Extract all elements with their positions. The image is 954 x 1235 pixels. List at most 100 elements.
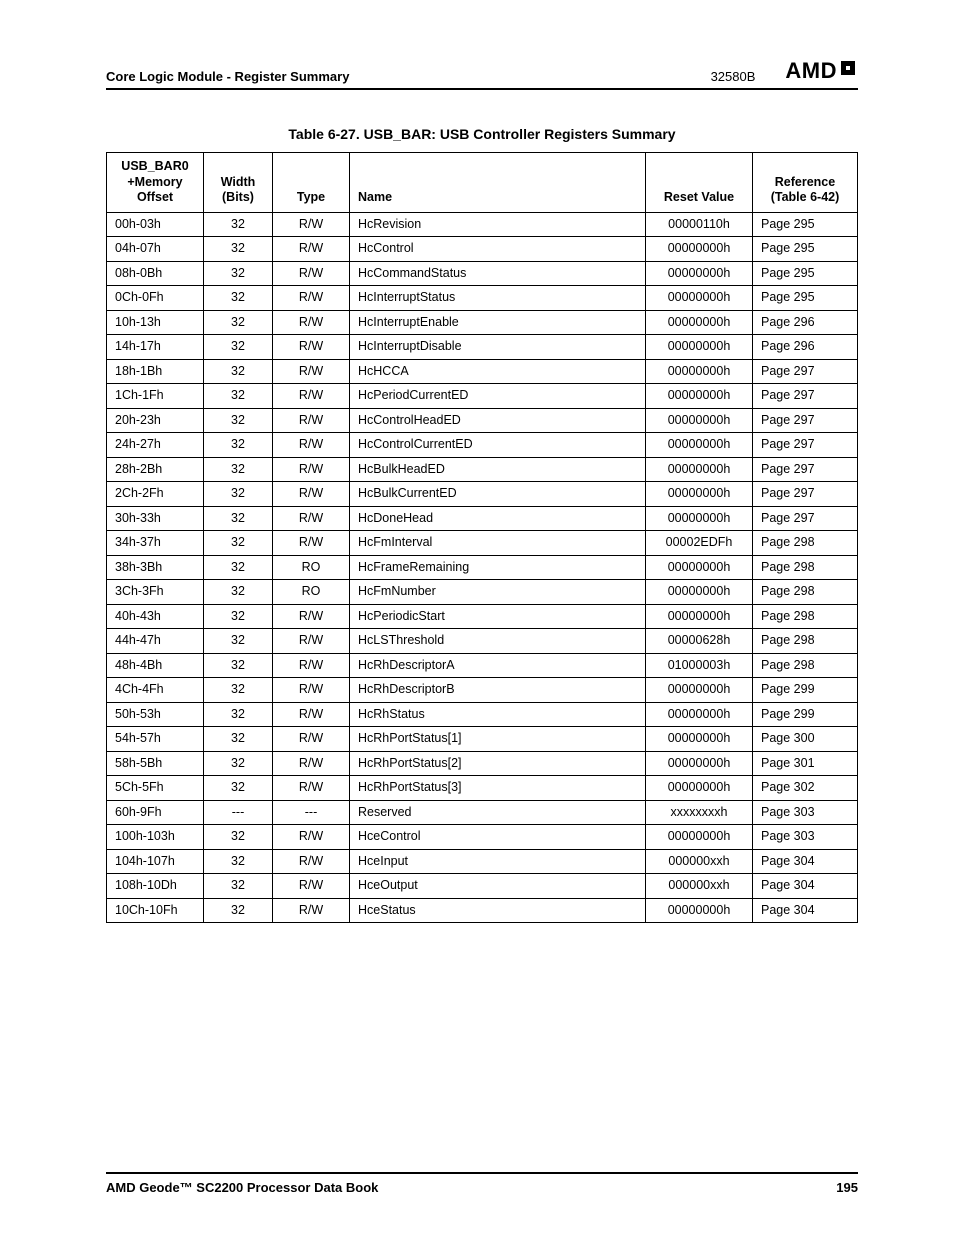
cell-reset: 00000000h — [646, 482, 753, 507]
cell-type: R/W — [273, 384, 350, 409]
col-ref: Reference (Table 6-42) — [753, 153, 858, 213]
cell-name: HcBulkCurrentED — [350, 482, 646, 507]
table-row: 10h-13h32R/WHcInterruptEnable00000000hPa… — [107, 310, 858, 335]
cell-ref: Page 297 — [753, 384, 858, 409]
cell-name: HcRhDescriptorA — [350, 653, 646, 678]
table-row: 1Ch-1Fh32R/WHcPeriodCurrentED00000000hPa… — [107, 384, 858, 409]
table-row: 14h-17h32R/WHcInterruptDisable00000000hP… — [107, 335, 858, 360]
cell-width: 32 — [204, 580, 273, 605]
cell-offset: 60h-9Fh — [107, 800, 204, 825]
cell-ref: Page 304 — [753, 849, 858, 874]
cell-name: HcRhPortStatus[1] — [350, 727, 646, 752]
cell-type: R/W — [273, 776, 350, 801]
cell-offset: 0Ch-0Fh — [107, 286, 204, 311]
table-row: 0Ch-0Fh32R/WHcInterruptStatus00000000hPa… — [107, 286, 858, 311]
cell-type: R/W — [273, 286, 350, 311]
cell-width: 32 — [204, 849, 273, 874]
cell-reset: 00000000h — [646, 310, 753, 335]
cell-reset: 000000xxh — [646, 849, 753, 874]
cell-type: R/W — [273, 678, 350, 703]
cell-width: 32 — [204, 898, 273, 923]
cell-name: HcBulkHeadED — [350, 457, 646, 482]
table-row: 100h-103h32R/WHceControl00000000hPage 30… — [107, 825, 858, 850]
cell-width: 32 — [204, 604, 273, 629]
cell-ref: Page 299 — [753, 702, 858, 727]
cell-reset: 00000000h — [646, 359, 753, 384]
cell-reset: 00000000h — [646, 727, 753, 752]
table-row: 18h-1Bh32R/WHcHCCA00000000hPage 297 — [107, 359, 858, 384]
cell-name: HcInterruptDisable — [350, 335, 646, 360]
cell-ref: Page 303 — [753, 825, 858, 850]
cell-type: R/W — [273, 898, 350, 923]
table-row: 24h-27h32R/WHcControlCurrentED00000000hP… — [107, 433, 858, 458]
cell-type: R/W — [273, 604, 350, 629]
header-section: Core Logic Module - Register Summary — [106, 69, 349, 84]
table-row: 20h-23h32R/WHcControlHeadED00000000hPage… — [107, 408, 858, 433]
page-header: Core Logic Module - Register Summary 325… — [106, 58, 858, 90]
cell-ref: Page 301 — [753, 751, 858, 776]
table-row: 28h-2Bh32R/WHcBulkHeadED00000000hPage 29… — [107, 457, 858, 482]
cell-type: R/W — [273, 506, 350, 531]
table-row: 30h-33h32R/WHcDoneHead00000000hPage 297 — [107, 506, 858, 531]
cell-width: 32 — [204, 825, 273, 850]
cell-offset: 10h-13h — [107, 310, 204, 335]
cell-reset: 00000000h — [646, 776, 753, 801]
table-row: 48h-4Bh32R/WHcRhDescriptorA01000003hPage… — [107, 653, 858, 678]
cell-width: --- — [204, 800, 273, 825]
cell-type: R/W — [273, 310, 350, 335]
cell-name: HceControl — [350, 825, 646, 850]
col-width: Width (Bits) — [204, 153, 273, 213]
cell-offset: 10Ch-10Fh — [107, 898, 204, 923]
cell-offset: 100h-103h — [107, 825, 204, 850]
cell-ref: Page 303 — [753, 800, 858, 825]
table-row: 38h-3Bh32ROHcFrameRemaining00000000hPage… — [107, 555, 858, 580]
cell-width: 32 — [204, 727, 273, 752]
cell-name: HcRhStatus — [350, 702, 646, 727]
table-row: 00h-03h32R/WHcRevision00000110hPage 295 — [107, 212, 858, 237]
cell-offset: 48h-4Bh — [107, 653, 204, 678]
cell-width: 32 — [204, 482, 273, 507]
table-row: 54h-57h32R/WHcRhPortStatus[1]00000000hPa… — [107, 727, 858, 752]
cell-reset: 00000628h — [646, 629, 753, 654]
table-header-row: USB_BAR0 +Memory Offset Width (Bits) Typ… — [107, 153, 858, 213]
cell-ref: Page 299 — [753, 678, 858, 703]
cell-width: 32 — [204, 261, 273, 286]
cell-offset: 04h-07h — [107, 237, 204, 262]
cell-type: R/W — [273, 702, 350, 727]
cell-type: R/W — [273, 825, 350, 850]
cell-name: HcFrameRemaining — [350, 555, 646, 580]
cell-width: 32 — [204, 874, 273, 899]
table-row: 44h-47h32R/WHcLSThreshold00000628hPage 2… — [107, 629, 858, 654]
amd-logo: AMD — [785, 58, 858, 84]
cell-ref: Page 298 — [753, 555, 858, 580]
cell-name: HcInterruptEnable — [350, 310, 646, 335]
col-type: Type — [273, 153, 350, 213]
cell-offset: 1Ch-1Fh — [107, 384, 204, 409]
cell-offset: 34h-37h — [107, 531, 204, 556]
cell-name: HcFmInterval — [350, 531, 646, 556]
cell-type: RO — [273, 555, 350, 580]
table-row: 2Ch-2Fh32R/WHcBulkCurrentED00000000hPage… — [107, 482, 858, 507]
header-docnum: 32580B — [711, 69, 756, 84]
cell-offset: 4Ch-4Fh — [107, 678, 204, 703]
table-row: 3Ch-3Fh32ROHcFmNumber00000000hPage 298 — [107, 580, 858, 605]
table-row: 60h-9Fh------ReservedxxxxxxxxhPage 303 — [107, 800, 858, 825]
col-reset: Reset Value — [646, 153, 753, 213]
cell-reset: 00000000h — [646, 580, 753, 605]
cell-width: 32 — [204, 408, 273, 433]
cell-name: HcCommandStatus — [350, 261, 646, 286]
cell-type: R/W — [273, 482, 350, 507]
registers-table: USB_BAR0 +Memory Offset Width (Bits) Typ… — [106, 152, 858, 923]
cell-name: HceInput — [350, 849, 646, 874]
cell-reset: 00000000h — [646, 702, 753, 727]
cell-type: R/W — [273, 849, 350, 874]
cell-reset: 000000xxh — [646, 874, 753, 899]
cell-width: 32 — [204, 653, 273, 678]
cell-reset: 00000000h — [646, 751, 753, 776]
cell-ref: Page 298 — [753, 531, 858, 556]
cell-width: 32 — [204, 433, 273, 458]
cell-width: 32 — [204, 286, 273, 311]
cell-reset: 01000003h — [646, 653, 753, 678]
cell-reset: 00000000h — [646, 506, 753, 531]
cell-ref: Page 302 — [753, 776, 858, 801]
